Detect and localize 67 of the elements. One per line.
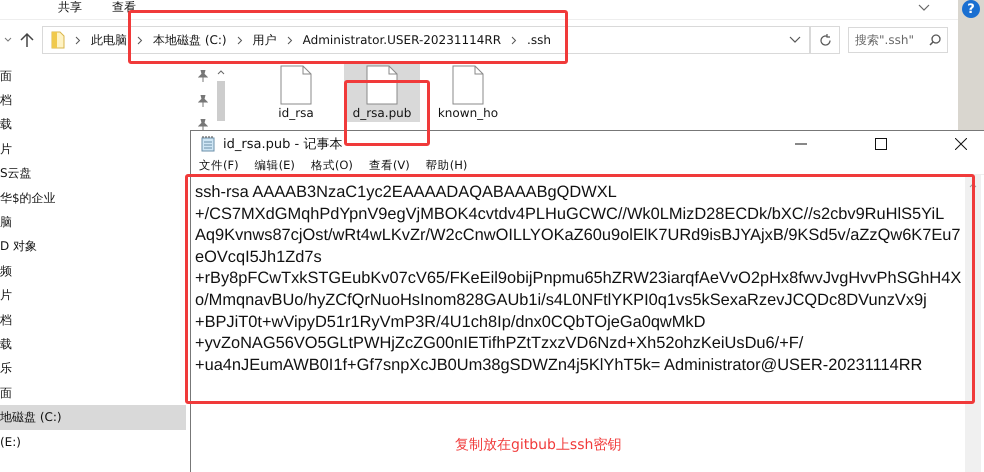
up-arrow-icon[interactable] (20, 32, 34, 48)
nav-item[interactable]: 片 (0, 137, 186, 162)
close-icon[interactable] (955, 138, 967, 150)
file-item[interactable]: known_ho (430, 62, 506, 122)
help-button[interactable]: ? (962, 0, 980, 18)
text-line: +/CS7MXdGMqhPdYpnV9egVjMBOK4cvtdv4PLHuGCWC//Wk0LMizD28ECDk/bXC//s2cbv9RuHlS5YiL (195, 204, 944, 225)
chevron-right-icon (286, 36, 293, 44)
text-line: Aq9Kvnws87cjOst/wRt4wLKvZr/W2cCnwOILLYOKaZ60u9olElK7URd9isBJYAjxB/9KSd5v/aZzQw6K7Eu7 (195, 225, 961, 246)
breadcrumb[interactable]: 用户 (252, 32, 277, 48)
nav-item[interactable]: 乐 (0, 356, 186, 382)
pin-icon (198, 94, 208, 107)
menu-item[interactable]: 编辑(E) (254, 158, 295, 173)
file-icon (280, 65, 312, 105)
text-line: ssh-rsa AAAAB3NzaC1yc2EAAAADAQABAAABgQDWXL (195, 182, 617, 203)
nav-item[interactable]: 地磁盘 (C:) (0, 405, 186, 430)
file-icon (452, 65, 484, 105)
nav-item[interactable]: 频 (0, 259, 186, 284)
chevron-down-icon[interactable] (789, 36, 801, 44)
menu-item[interactable]: 查看(V) (368, 158, 410, 173)
text-line: +BPJiT0t+wVipyD51r1RyVmP3R/4U1ch8Ip/dnx0CQbTOjeGa0qwMkD (195, 312, 706, 333)
breadcrumb[interactable]: .ssh (527, 33, 551, 47)
nav-item[interactable]: 脑 (0, 210, 186, 235)
text-line: +rBy8pFCwTxkSTGEubKv07cV65/FKeEil9obijPnpmu65hZRW23iarqfAeVvO2pHx8fwvJvgHvvPhSGhH4X (195, 268, 962, 290)
menu-item[interactable]: 帮助(H) (426, 158, 468, 173)
nav-item[interactable]: 载 (0, 112, 214, 138)
nav-item[interactable]: 档 (0, 88, 214, 113)
search-field[interactable]: 搜索".ssh" (848, 27, 948, 53)
text-line: +yvZoNAG56VO5GLtPWHjZcZG00nIETifhPZtTzxzVD6Nzd+Xh52ohzKeiUsDu6/+F/ (195, 333, 804, 354)
search-icon (929, 34, 941, 46)
chevron-right-icon (75, 36, 81, 44)
annotation-text: 复制放在gitbub上ssh密钥 (455, 436, 622, 454)
refresh-button[interactable] (810, 26, 840, 54)
breadcrumb[interactable]: Administrator.USER-20231114RR (302, 33, 502, 47)
scrollbar-thumb[interactable] (217, 81, 225, 121)
text-line: eOVcqI5Jh1Zd7s (195, 246, 322, 268)
nav-item[interactable]: D 对象 (0, 234, 186, 260)
nav-item[interactable]: 载 (0, 332, 186, 357)
menu-item[interactable]: 格式(O) (310, 158, 353, 173)
chevron-down-icon[interactable] (918, 4, 930, 12)
scroll-up-icon[interactable] (969, 183, 977, 188)
refresh-icon (818, 34, 832, 46)
text-line: +ua4nJEumAWB0I1f+Gf7snpXcJB0Um38gSDWZn4j5KlYhT5k= Administrator@USER-20231114RR (195, 354, 922, 376)
nav-item[interactable]: 片 (0, 284, 186, 308)
chevron-right-icon (511, 36, 518, 44)
breadcrumb[interactable]: 本地磁盘 (C:) (153, 32, 227, 48)
nav-item[interactable]: 档 (0, 308, 186, 332)
nav-item[interactable]: (E:) (0, 430, 186, 454)
nav-item[interactable]: 面 (0, 381, 186, 406)
pin-icon (198, 70, 208, 82)
maximize-icon[interactable] (875, 138, 887, 150)
menu-item[interactable]: 文件(F) (199, 158, 239, 173)
file-icon (366, 65, 398, 105)
text-line: o/MmqnavBUo/hyZCfQrNuoHsInom828GAUb1i/s4L0NFtlYKPI0q1vs5kSexaRzevJCQDc8DVunzVx9j (195, 290, 927, 311)
chevron-right-icon (137, 36, 143, 44)
nav-item[interactable]: 面 (0, 64, 214, 88)
breadcrumb[interactable]: 此电脑 (91, 32, 127, 48)
chevron-right-icon (236, 36, 243, 44)
scroll-up-icon[interactable] (217, 70, 225, 75)
ribbon-tab[interactable]: 共享 (58, 0, 82, 14)
window-title: id_rsa.pub - 记事本 (223, 136, 342, 153)
nav-item[interactable]: S云盘 (0, 162, 186, 186)
nav-item[interactable]: 华$的企业 (0, 186, 186, 210)
folder-icon (51, 31, 65, 49)
notepad-icon (201, 136, 215, 152)
file-item[interactable]: id_rsa (258, 62, 334, 122)
address-bar[interactable]: 此电脑 本地磁盘 (C:) 用户 Administrator.USER-20231114RR .ssh (42, 26, 810, 54)
chevron-down-icon[interactable] (4, 37, 12, 43)
